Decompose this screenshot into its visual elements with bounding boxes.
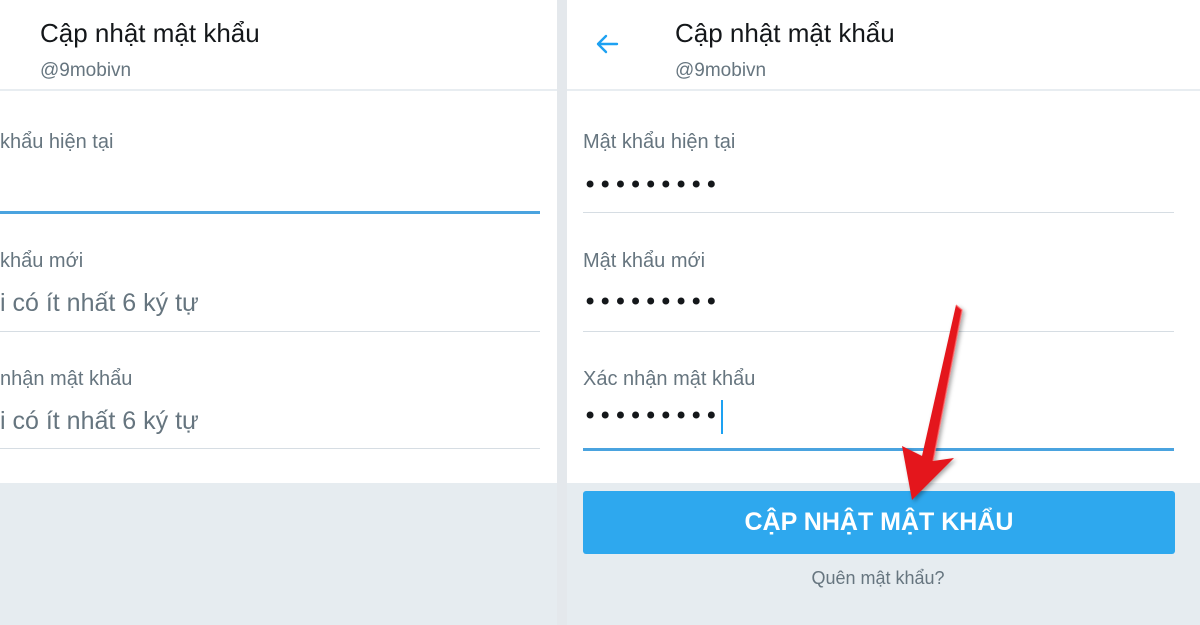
confirm-password-label: Xác nhận mật khẩu xyxy=(583,368,756,390)
password-form: khẩu hiện tại khẩu mới i có ít nhất 6 ký… xyxy=(0,91,557,483)
page-header: Cập nhật mật khẩu @9mobivn xyxy=(567,0,1200,91)
update-password-button[interactable]: CẬP NHẬT MẬT KHẨU xyxy=(583,491,1175,554)
confirm-password-field[interactable]: i có ít nhất 6 ký tự xyxy=(0,407,199,436)
arrow-left-icon[interactable] xyxy=(593,30,621,58)
new-password-field[interactable]: i có ít nhất 6 ký tự xyxy=(0,289,199,318)
password-form: Mật khẩu hiện tại ••••••••• Mật khẩu mới… xyxy=(567,91,1200,483)
current-password-label: khẩu hiện tại xyxy=(0,131,114,153)
forgot-password-link[interactable]: Quên mật khẩu? xyxy=(567,568,1189,589)
current-password-label: Mật khẩu hiện tại xyxy=(583,131,736,153)
new-password-label: Mật khẩu mới xyxy=(583,250,706,272)
new-password-label: khẩu mới xyxy=(0,250,84,272)
new-password-underline xyxy=(0,331,540,332)
account-handle: @9mobivn xyxy=(40,60,132,81)
left-panel: Cập nhật mật khẩu @9mobivn khẩu hiện tại… xyxy=(0,0,557,625)
page-title: Cập nhật mật khẩu xyxy=(40,18,260,48)
confirm-password-field[interactable]: ••••••••• xyxy=(583,402,719,430)
confirm-password-underline xyxy=(0,448,540,449)
current-password-underline xyxy=(583,212,1174,213)
right-panel: Cập nhật mật khẩu @9mobivn Mật khẩu hiện… xyxy=(567,0,1200,625)
confirm-password-label: nhận mật khẩu xyxy=(0,368,133,390)
new-password-field[interactable]: ••••••••• xyxy=(583,288,719,316)
confirm-password-underline xyxy=(583,448,1174,451)
new-password-underline xyxy=(583,331,1174,332)
panel-divider xyxy=(557,0,567,625)
current-password-field[interactable]: ••••••••• xyxy=(583,171,719,199)
account-handle: @9mobivn xyxy=(675,60,767,81)
page-header: Cập nhật mật khẩu @9mobivn xyxy=(0,0,557,91)
page-title: Cập nhật mật khẩu xyxy=(675,18,895,48)
current-password-underline xyxy=(0,211,540,214)
confirm-password-input[interactable]: ••••••••• xyxy=(583,399,724,437)
text-cursor xyxy=(721,399,724,434)
